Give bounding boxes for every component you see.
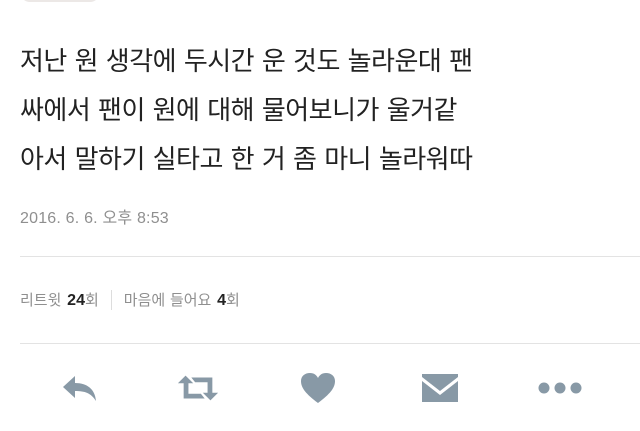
tweet-text: 저난 원 생각에 두시간 운 것도 놀라운대 팬 싸에서 팬이 원에 대해 물어… — [20, 38, 620, 185]
like-label: 마음에 들어요 — [123, 291, 217, 309]
reply-button[interactable] — [58, 366, 102, 410]
like-button[interactable] — [296, 366, 340, 410]
heart-icon — [301, 373, 335, 403]
tweet-actions — [0, 366, 640, 410]
tweet-text-line: 아서 말하기 실타고 한 거 좀 마니 놀라워따 — [20, 145, 473, 175]
reply-icon — [63, 376, 96, 401]
tweet-text-line: 싸에서 팬이 원에 대해 물어보니가 울거같 — [20, 96, 457, 126]
retweet-label: 리트윗 — [20, 291, 67, 309]
tweet-stats: 리트윗 24 회 마음에 들어요 4 회 — [20, 289, 240, 310]
avatar[interactable] — [20, 0, 100, 2]
divider — [20, 343, 640, 344]
tweet-text-line: 저난 원 생각에 두시간 운 것도 놀라운대 팬 — [20, 47, 473, 77]
like-count-stat[interactable]: 마음에 들어요 4 회 — [124, 289, 240, 310]
retweet-count: 24 — [67, 292, 85, 309]
more-dots-icon — [538, 382, 582, 394]
tweet-timestamp: 2016. 6. 6. 오후 8:53 — [20, 210, 169, 227]
direct-message-button[interactable] — [418, 366, 462, 410]
like-suffix: 회 — [226, 291, 240, 309]
divider — [20, 256, 640, 257]
more-button[interactable] — [538, 366, 582, 410]
retweet-icon — [177, 375, 219, 401]
retweet-button[interactable] — [176, 366, 220, 410]
like-count: 4 — [217, 292, 227, 309]
retweet-count-stat[interactable]: 리트윗 24 회 — [20, 289, 99, 310]
stat-separator — [110, 289, 112, 310]
envelope-icon — [422, 374, 458, 402]
retweet-suffix: 회 — [84, 291, 99, 309]
